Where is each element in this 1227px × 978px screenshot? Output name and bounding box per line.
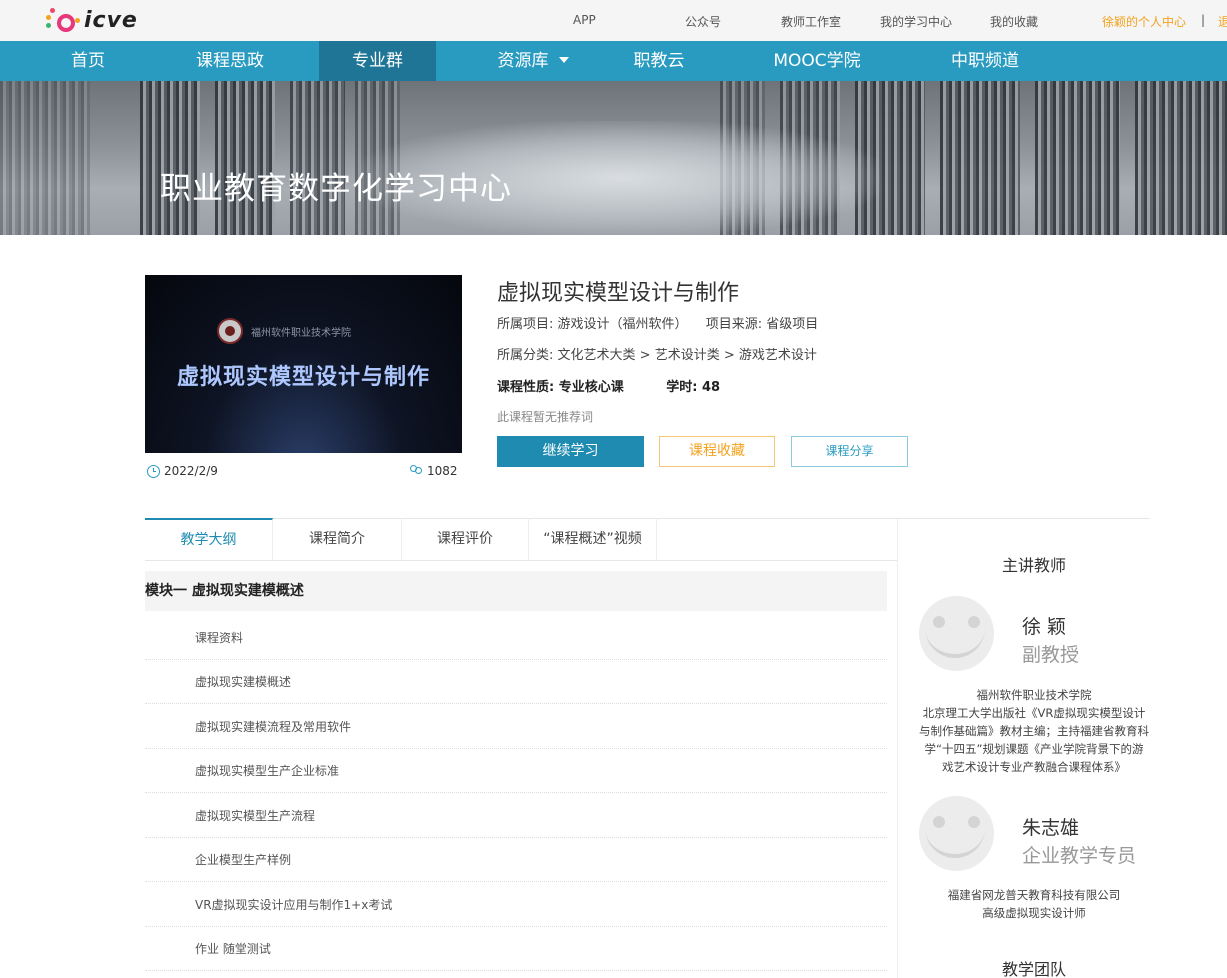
lesson-item[interactable]: 虚拟现实建模概述	[145, 660, 887, 704]
clock-icon	[147, 464, 160, 478]
teacher-avatar[interactable]	[919, 596, 994, 671]
nature-info: 课程性质: 专业核心课 学时: 48	[497, 376, 720, 395]
category-info: 所属分类: 文化艺术大类 > 艺术设计类 > 游戏艺术设计	[497, 344, 817, 363]
continue-learning-button[interactable]: 继续学习	[497, 436, 644, 467]
nav-item-ideology[interactable]: 课程思政	[180, 41, 280, 81]
project-value: 游戏设计（福州软件）	[557, 317, 688, 332]
teacher-name[interactable]: 朱志雄	[1022, 813, 1079, 840]
nav-label: MOOC学院	[773, 51, 861, 71]
hero-banner	[0, 81, 1227, 235]
tab-syllabus[interactable]: 教学大纲	[145, 518, 273, 560]
nav-label: 专业群	[352, 51, 403, 71]
publish-date: 2022/2/9	[147, 464, 218, 478]
teacher-avatar[interactable]	[919, 796, 994, 871]
nature-label: 课程性质:	[497, 380, 555, 395]
view-count: 1082	[409, 464, 458, 478]
banner-rack	[290, 81, 345, 235]
banner-rack	[0, 81, 90, 235]
top-link-app[interactable]: APP	[573, 13, 596, 27]
top-link-favorites[interactable]: 我的收藏	[990, 13, 1038, 30]
cover-school-name: 福州软件职业技术学院	[251, 327, 351, 339]
share-course-button[interactable]: 课程分享	[791, 436, 908, 467]
sidebar-divider	[897, 519, 898, 978]
project-info: 所属项目: 游戏设计（福州软件） 项目来源: 省级项目	[497, 313, 818, 332]
hours-value: 48	[702, 380, 721, 395]
views-text: 1082	[427, 464, 458, 478]
nav-item-major-group[interactable]: 专业群	[319, 41, 436, 81]
nav-item-secondary[interactable]: 中职频道	[940, 41, 1030, 81]
banner-rack	[1135, 81, 1227, 235]
cover-title: 虚拟现实模型设计与制作	[176, 365, 430, 390]
teacher-role: 副教授	[1022, 644, 1080, 666]
tab-intro[interactable]: 课程简介	[273, 518, 402, 560]
lesson-item[interactable]: VR虚拟现实设计应用与制作1+x考试	[145, 883, 887, 927]
nav-item-home[interactable]: 首页	[48, 41, 128, 81]
top-link-teacher-studio[interactable]: 教师工作室	[781, 13, 841, 30]
teachers-heading: 主讲教师	[1001, 556, 1066, 575]
tabs-bottom-border	[145, 560, 897, 561]
recommend-text: 此课程暂无推荐词	[497, 410, 594, 424]
nav-label: 首页	[71, 51, 105, 71]
favorite-course-button[interactable]: 课程收藏	[659, 436, 775, 467]
top-link-personal-center[interactable]: 徐颖的个人中心	[1102, 13, 1186, 30]
hours-label: 学时:	[666, 380, 698, 395]
team-heading: 教学团队	[1001, 960, 1066, 978]
nature-value: 专业核心课	[558, 380, 624, 395]
teacher-description: 福建省网龙普天教育科技有限公司 高级虚拟现实设计师	[947, 888, 1121, 920]
top-links: APP 公众号 教师工作室 我的学习中心 我的收藏 徐颖的个人中心 | 退	[0, 0, 1227, 41]
top-bar: icve APP 公众号 教师工作室 我的学习中心 我的收藏 徐颖的个人中心 |…	[0, 0, 1227, 41]
course-cover[interactable]: 福州软件职业技术学院 虚拟现实模型设计与制作	[145, 275, 462, 453]
nav-label: 课程思政	[196, 51, 264, 71]
top-link-logout[interactable]: 退	[1218, 13, 1227, 30]
project-label: 所属项目:	[497, 317, 554, 332]
lesson-item[interactable]: 虚拟现实建模流程及常用软件	[145, 705, 887, 749]
nav-item-resources[interactable]: 资源库	[478, 41, 588, 81]
nav-label: 职教云	[633, 51, 685, 71]
school-seal-icon	[217, 318, 243, 344]
cover-school: 福州软件职业技术学院	[217, 318, 351, 344]
main-nav: 首页 课程思政 专业群 资源库 职教云 MOOC学院 中职频道	[0, 41, 1227, 81]
nav-item-mooc[interactable]: MOOC学院	[762, 41, 872, 81]
teacher-name[interactable]: 徐 颖	[1022, 612, 1066, 639]
lesson-item[interactable]: 作业 随堂测试	[145, 927, 887, 971]
course-title: 虚拟现实模型设计与制作	[497, 281, 740, 306]
avatar-mouth	[925, 622, 985, 658]
module-heading[interactable]: 模块一 虚拟现实建模概述	[145, 571, 887, 611]
nav-item-cloud[interactable]: 职教云	[620, 41, 698, 81]
banner-rack	[1035, 81, 1120, 235]
category-label: 所属分类:	[497, 348, 554, 363]
lesson-item[interactable]: 企业模型生产样例	[145, 838, 887, 882]
tab-overview-video[interactable]: “课程概述”视频	[529, 518, 657, 560]
nav-label: 中职频道	[951, 51, 1019, 71]
top-link-wechat[interactable]: 公众号	[685, 13, 721, 30]
lesson-item[interactable]: 课程资料	[145, 616, 887, 660]
tab-reviews[interactable]: 课程评价	[402, 518, 529, 560]
banner-title: 职业教育数字化学习中心	[160, 171, 512, 207]
teacher-description: 福州软件职业技术学院 北京理工大学出版社《VR虚拟现实模型设计与制作基础篇》教材…	[919, 688, 1149, 774]
date-text: 2022/2/9	[164, 464, 218, 478]
banner-rack	[215, 81, 275, 235]
banner-rack	[140, 81, 200, 235]
banner-rack	[940, 81, 1020, 235]
top-link-learning-center[interactable]: 我的学习中心	[880, 13, 952, 30]
source-label: 项目来源:	[705, 317, 763, 332]
people-icon	[409, 464, 424, 478]
category-value: 文化艺术大类 > 艺术设计类 > 游戏艺术设计	[557, 348, 817, 363]
caret-down-icon	[558, 56, 569, 63]
top-link-separator: |	[1201, 13, 1206, 27]
lesson-item[interactable]: 虚拟现实模型生产企业标准	[145, 749, 887, 793]
lesson-item[interactable]: 虚拟现实模型生产流程	[145, 794, 887, 838]
source-value: 省级项目	[766, 317, 819, 332]
teacher-role: 企业教学专员	[1022, 845, 1137, 867]
avatar-mouth	[925, 822, 985, 858]
nav-label: 资源库	[497, 51, 549, 71]
